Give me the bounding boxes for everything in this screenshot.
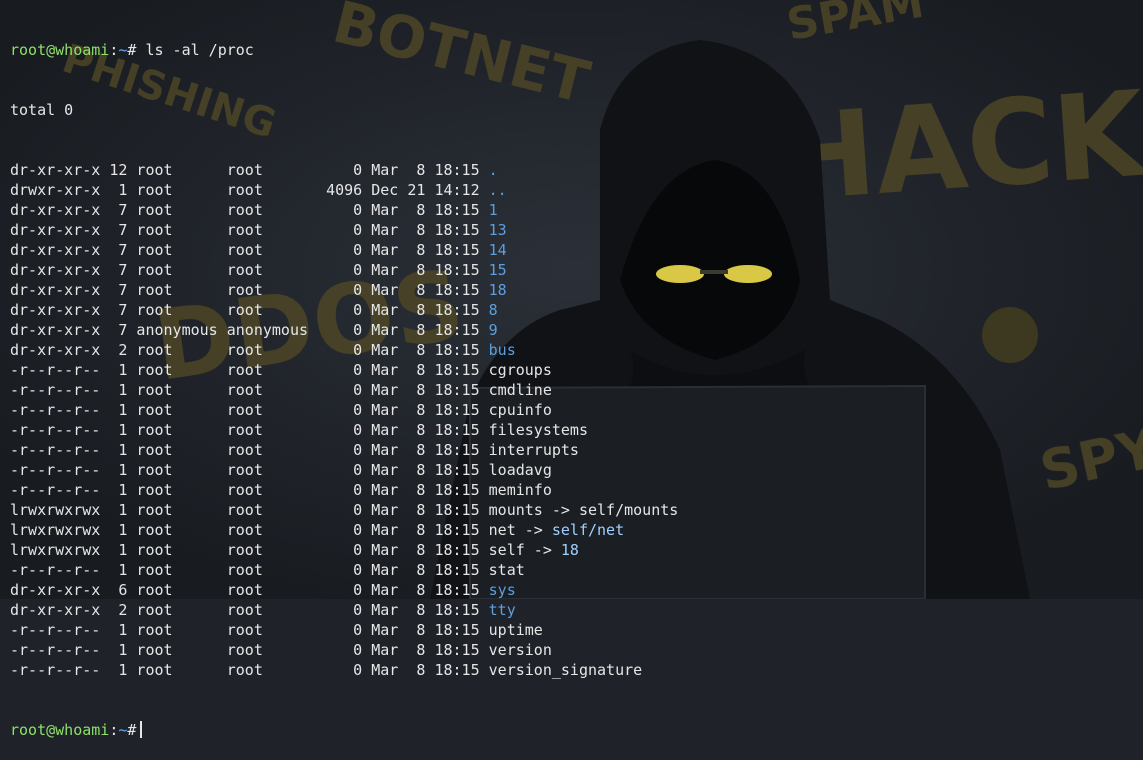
listing-row: dr-xr-xr-x 7 root root 0 Mar 8 18:15 8 (10, 300, 1143, 320)
listing-row: -r--r--r-- 1 root root 0 Mar 8 18:15 cmd… (10, 380, 1143, 400)
terminal-output[interactable]: root@whoami:~# ls -al /proc total 0 dr-x… (10, 0, 1143, 760)
entry-name: 8 (488, 301, 498, 319)
entry-meta: dr-xr-xr-x 7 root root 0 Mar 8 18:15 (10, 241, 489, 259)
entry-name: filesystems (488, 421, 588, 439)
entry-name: . (488, 161, 498, 179)
entry-meta: drwxr-xr-x 1 root root 4096 Dec 21 14:12 (10, 181, 489, 199)
prompt-user-host: root@whoami (10, 41, 110, 59)
entry-name: interrupts (488, 441, 579, 459)
entry-meta: -r--r--r-- 1 root root 0 Mar 8 18:15 (10, 381, 489, 399)
entry-name: cmdline (488, 381, 552, 399)
listing-row: drwxr-xr-x 1 root root 4096 Dec 21 14:12… (10, 180, 1143, 200)
listing-row: dr-xr-xr-x 2 root root 0 Mar 8 18:15 bus (10, 340, 1143, 360)
listing-row: -r--r--r-- 1 root root 0 Mar 8 18:15 ver… (10, 640, 1143, 660)
listing-row: dr-xr-xr-x 7 root root 0 Mar 8 18:15 15 (10, 260, 1143, 280)
entry-name: cpuinfo (488, 401, 552, 419)
entry-meta: -r--r--r-- 1 root root 0 Mar 8 18:15 (10, 561, 489, 579)
entry-meta: -r--r--r-- 1 root root 0 Mar 8 18:15 (10, 421, 489, 439)
entry-meta: dr-xr-xr-x 7 root root 0 Mar 8 18:15 (10, 261, 489, 279)
listing-row: dr-xr-xr-x 7 root root 0 Mar 8 18:15 18 (10, 280, 1143, 300)
entry-meta: -r--r--r-- 1 root root 0 Mar 8 18:15 (10, 661, 489, 679)
listing-row: dr-xr-xr-x 7 anonymous anonymous 0 Mar 8… (10, 320, 1143, 340)
command-text: ls -al /proc (145, 41, 254, 59)
entry-name: net (488, 521, 516, 539)
listing-row: dr-xr-xr-x 7 root root 0 Mar 8 18:15 13 (10, 220, 1143, 240)
entry-meta: dr-xr-xr-x 7 root root 0 Mar 8 18:15 (10, 281, 489, 299)
entry-meta: -r--r--r-- 1 root root 0 Mar 8 18:15 (10, 641, 489, 659)
listing-row: -r--r--r-- 1 root root 0 Mar 8 18:15 fil… (10, 420, 1143, 440)
listing-row: dr-xr-xr-x 7 root root 0 Mar 8 18:15 14 (10, 240, 1143, 260)
listing-row: -r--r--r-- 1 root root 0 Mar 8 18:15 cgr… (10, 360, 1143, 380)
entry-meta: -r--r--r-- 1 root root 0 Mar 8 18:15 (10, 621, 489, 639)
link-target: self/mounts (578, 501, 679, 519)
entry-name: 18 (488, 281, 507, 299)
entry-name: 9 (488, 321, 498, 339)
listing-row: -r--r--r-- 1 root root 0 Mar 8 18:15 int… (10, 440, 1143, 460)
entry-meta: -r--r--r-- 1 root root 0 Mar 8 18:15 (10, 361, 489, 379)
entry-meta: lrwxrwxrwx 1 root root 0 Mar 8 18:15 (10, 501, 489, 519)
listing-row: dr-xr-xr-x 7 root root 0 Mar 8 18:15 1 (10, 200, 1143, 220)
entry-name: version (488, 641, 552, 659)
prompt-user-host: root@whoami (10, 721, 110, 739)
entry-meta: dr-xr-xr-x 7 anonymous anonymous 0 Mar 8… (10, 321, 489, 339)
entry-meta: lrwxrwxrwx 1 root root 0 Mar 8 18:15 (10, 521, 489, 539)
entry-meta: dr-xr-xr-x 6 root root 0 Mar 8 18:15 (10, 581, 489, 599)
active-prompt-line[interactable]: root@whoami:~# (10, 720, 1143, 740)
link-target: self/net (551, 521, 625, 539)
entry-name: 1 (488, 201, 498, 219)
link-target: 18 (560, 541, 579, 559)
entry-name: 15 (488, 261, 507, 279)
entry-name: .. (488, 181, 507, 199)
command-line: root@whoami:~# ls -al /proc (10, 41, 254, 59)
listing-row: -r--r--r-- 1 root root 0 Mar 8 18:15 sta… (10, 560, 1143, 580)
listing-row: lrwxrwxrwx 1 root root 0 Mar 8 18:15 mou… (10, 501, 679, 519)
listing-row: dr-xr-xr-x 12 root root 0 Mar 8 18:15 . (10, 160, 1143, 180)
listing-row: -r--r--r-- 1 root root 0 Mar 8 18:15 ver… (10, 660, 1143, 680)
entry-name: 13 (488, 221, 507, 239)
entry-name: uptime (488, 621, 543, 639)
listing-row: -r--r--r-- 1 root root 0 Mar 8 18:15 loa… (10, 460, 1143, 480)
entry-name: meminfo (488, 481, 552, 499)
entry-meta: dr-xr-xr-x 2 root root 0 Mar 8 18:15 (10, 601, 489, 619)
listing-row: -r--r--r-- 1 root root 0 Mar 8 18:15 mem… (10, 480, 1143, 500)
prompt-cwd: ~ (118, 721, 128, 739)
total-line: total 0 (10, 101, 74, 119)
entry-name: cgroups (488, 361, 552, 379)
entry-name: tty (488, 601, 516, 619)
entry-meta: -r--r--r-- 1 root root 0 Mar 8 18:15 (10, 401, 489, 419)
entry-meta: dr-xr-xr-x 12 root root 0 Mar 8 18:15 (10, 161, 489, 179)
listing-row: dr-xr-xr-x 2 root root 0 Mar 8 18:15 tty (10, 600, 1143, 620)
entry-meta: dr-xr-xr-x 2 root root 0 Mar 8 18:15 (10, 341, 489, 359)
entry-name: loadavg (488, 461, 552, 479)
listing-row: -r--r--r-- 1 root root 0 Mar 8 18:15 upt… (10, 620, 1143, 640)
entry-meta: dr-xr-xr-x 7 root root 0 Mar 8 18:15 (10, 201, 489, 219)
listing-row: -r--r--r-- 1 root root 0 Mar 8 18:15 cpu… (10, 400, 1143, 420)
entry-name: sys (488, 581, 516, 599)
listing-row: dr-xr-xr-x 6 root root 0 Mar 8 18:15 sys (10, 580, 1143, 600)
entry-meta: dr-xr-xr-x 7 root root 0 Mar 8 18:15 (10, 221, 489, 239)
entry-name: bus (488, 341, 516, 359)
entry-name: self (488, 541, 525, 559)
listing-row: lrwxrwxrwx 1 root root 0 Mar 8 18:15 net… (10, 521, 625, 539)
entry-meta: -r--r--r-- 1 root root 0 Mar 8 18:15 (10, 441, 489, 459)
entry-meta: dr-xr-xr-x 7 root root 0 Mar 8 18:15 (10, 301, 489, 319)
prompt-symbol: # (127, 721, 137, 739)
text-cursor[interactable] (140, 721, 143, 738)
entry-meta: -r--r--r-- 1 root root 0 Mar 8 18:15 (10, 481, 489, 499)
entry-name: 14 (488, 241, 507, 259)
directory-listing: dr-xr-xr-x 12 root root 0 Mar 8 18:15 .d… (10, 160, 1143, 680)
entry-meta: lrwxrwxrwx 1 root root 0 Mar 8 18:15 (10, 541, 489, 559)
entry-name: version_signature (488, 661, 643, 679)
entry-name: mounts (488, 501, 543, 519)
listing-row: lrwxrwxrwx 1 root root 0 Mar 8 18:15 sel… (10, 541, 579, 559)
entry-name: stat (488, 561, 525, 579)
entry-meta: -r--r--r-- 1 root root 0 Mar 8 18:15 (10, 461, 489, 479)
